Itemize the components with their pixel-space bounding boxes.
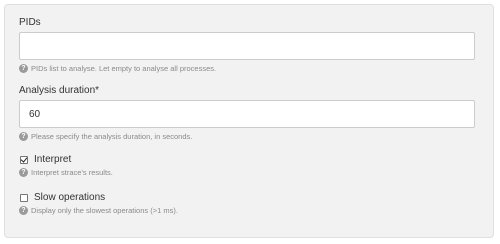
interpret-option[interactable]: Interpret	[20, 154, 71, 165]
analysis-duration-help-text: ? Please specify the analysis duration, …	[19, 132, 192, 141]
question-circle-icon: ?	[19, 168, 28, 177]
pids-help-label: PIDs list to analyse. Let empty to analy…	[31, 64, 217, 73]
analysis-duration-help-label: Please specify the analysis duration, in…	[31, 132, 193, 141]
question-circle-icon: ?	[19, 132, 28, 141]
question-circle-icon: ?	[19, 64, 28, 73]
question-circle-icon: ?	[19, 206, 28, 215]
interpret-help-label: Interpret strace's results.	[31, 168, 113, 177]
slow-operations-help-label: Display only the slowest operations (>1 …	[31, 206, 178, 215]
interpret-help-text: ? Interpret strace's results.	[19, 168, 113, 177]
slow-operations-label[interactable]: Slow operations	[34, 192, 105, 203]
analysis-duration-label: Analysis duration*	[19, 85, 100, 96]
pids-input[interactable]	[19, 32, 475, 60]
slow-operations-help-text: ? Display only the slowest operations (>…	[19, 206, 178, 215]
pids-help-text: ? PIDs list to analyse. Let empty to ana…	[19, 64, 216, 73]
interpret-label[interactable]: Interpret	[34, 154, 71, 165]
pids-label: PIDs	[19, 17, 41, 28]
analysis-duration-input[interactable]	[19, 100, 475, 128]
interpret-checkbox[interactable]	[20, 155, 28, 164]
slow-operations-option[interactable]: Slow operations	[20, 192, 105, 203]
slow-operations-checkbox[interactable]	[20, 193, 28, 202]
